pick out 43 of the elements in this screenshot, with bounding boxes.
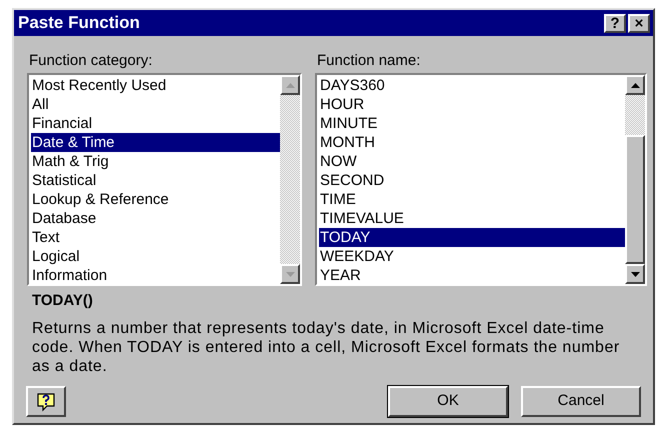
scroll-down-button[interactable]: [625, 264, 645, 284]
scrollbar[interactable]: [625, 75, 645, 284]
list-item[interactable]: TODAY: [319, 228, 625, 247]
list-item[interactable]: NOW: [319, 152, 625, 171]
office-assistant-button[interactable]: [26, 386, 66, 417]
list-item[interactable]: DAYS360: [319, 76, 625, 95]
window-title: Paste Function: [18, 12, 140, 34]
list-item[interactable]: MONTH: [319, 133, 625, 152]
ok-button[interactable]: OK: [388, 386, 508, 417]
list-item[interactable]: TIMEVALUE: [319, 209, 625, 228]
down-arrow-icon: [630, 272, 640, 276]
function-description: Returns a number that represents today's date, in Microsoft Excel date-time code. When TODAY is entered into a cell, Microsoft Excel formats the number as a date.: [32, 319, 621, 376]
up-arrow-icon: [630, 82, 640, 88]
list-box[interactable]: Most Recently Used All Financial Date & Time Math & Trig Statistical Lookup & Reference Database Text Logical Information: [27, 73, 302, 286]
close-button[interactable]: ×: [628, 14, 650, 32]
list-item[interactable]: SECOND: [319, 171, 625, 190]
list-item[interactable]: Database: [31, 209, 280, 228]
list-label: Function name:: [316, 52, 422, 70]
help-balloon-icon: [36, 392, 56, 412]
list-item[interactable]: Most Recently Used: [31, 76, 280, 95]
list-item[interactable]: Date & Time: [31, 133, 280, 152]
list-item[interactable]: HOUR: [319, 95, 625, 114]
list-label: Function category:: [28, 52, 154, 70]
list-item[interactable]: MINUTE: [319, 114, 625, 133]
list-item[interactable]: Financial: [31, 114, 280, 133]
list-item[interactable]: All: [31, 95, 280, 114]
help-button[interactable]: ?: [604, 14, 626, 32]
function-syntax: TODAY(): [32, 291, 94, 311]
cancel-button[interactable]: Cancel: [521, 386, 641, 417]
down-arrow-icon: [286, 272, 294, 276]
list-item[interactable]: Text: [31, 228, 280, 247]
list-item[interactable]: Information: [31, 266, 280, 285]
list-item[interactable]: Lookup & Reference: [31, 190, 280, 209]
list-box[interactable]: DAYS360 HOUR MINUTE MONTH NOW SECOND TIME TIMEVALUE TODAY WEEKDAY YEAR: [315, 73, 647, 286]
up-arrow-icon: [286, 82, 294, 88]
list-item[interactable]: Statistical: [31, 171, 280, 190]
list-item[interactable]: WEEKDAY: [319, 247, 625, 266]
list-item[interactable]: Logical: [31, 247, 280, 266]
list-item[interactable]: YEAR: [319, 266, 625, 285]
list-item[interactable]: TIME: [319, 190, 625, 209]
scroll-thumb[interactable]: [625, 135, 645, 264]
scroll-up-button[interactable]: [625, 75, 645, 95]
list-item[interactable]: Math & Trig: [31, 152, 280, 171]
